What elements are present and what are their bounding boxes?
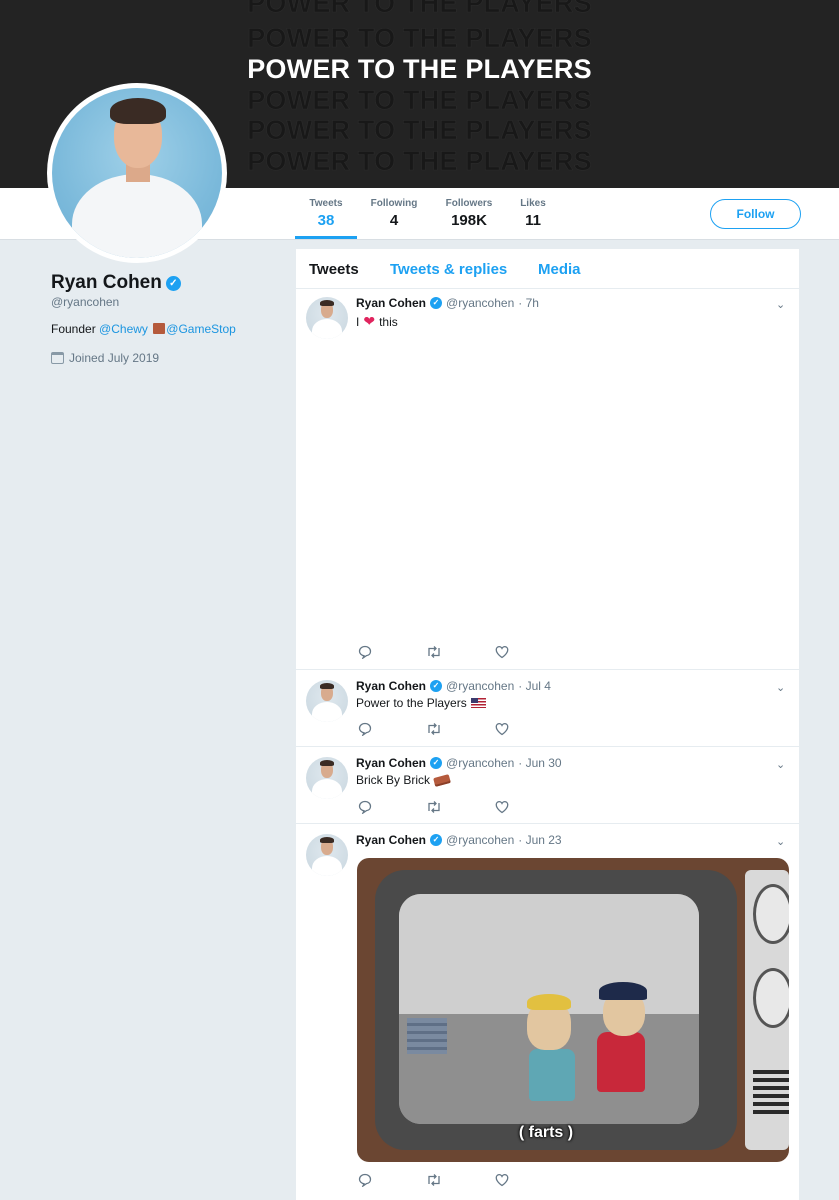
tv-speaker-grill [753, 1070, 789, 1114]
tweet-media-gif[interactable]: ( farts ) [357, 858, 789, 1162]
tab-media[interactable]: Media [538, 261, 581, 278]
tweet-time[interactable]: · 7h [518, 296, 539, 310]
timeline-tabs: Tweets Tweets & replies Media [296, 249, 799, 289]
banner-text-line: POWER TO THE PLAYERS [247, 0, 592, 18]
retweet-icon[interactable] [426, 645, 442, 662]
profile-name-text: Ryan Cohen [51, 272, 162, 293]
stat-tweets[interactable]: Tweets 38 [306, 198, 346, 229]
tweet-time[interactable]: · Jun 30 [518, 756, 561, 770]
chevron-down-icon[interactable]: ⌄ [776, 835, 785, 848]
retweet-icon[interactable] [426, 1173, 442, 1190]
tv-scene [399, 894, 699, 1124]
tweet-text-part: I [356, 314, 360, 329]
verified-badge-icon: ✓ [165, 275, 181, 291]
tweet-divider [296, 669, 799, 670]
reply-icon[interactable] [358, 800, 372, 817]
stat-value: 11 [525, 212, 541, 229]
retweet-icon[interactable] [426, 800, 442, 817]
verified-badge-icon: ✓ [430, 680, 443, 692]
chevron-down-icon[interactable]: ⌄ [776, 681, 785, 694]
active-stat-underline [295, 236, 357, 239]
bio-link-chewy[interactable]: @Chewy [99, 322, 148, 336]
reply-icon[interactable] [358, 645, 372, 662]
red-heart-emoji-icon: ❤ [363, 313, 376, 329]
tab-tweets-replies[interactable]: Tweets & replies [390, 261, 507, 278]
reply-icon[interactable] [358, 1173, 372, 1190]
joined-text: Joined July 2019 [69, 351, 160, 365]
tv-knob [753, 884, 789, 944]
bio-text: Founder [51, 322, 96, 336]
verified-badge-icon: ✓ [430, 297, 443, 309]
like-icon[interactable] [495, 800, 509, 817]
stat-following[interactable]: Following 4 [366, 198, 422, 229]
stat-value: 198K [451, 212, 487, 229]
tweet-author-name[interactable]: Ryan Cohen [356, 296, 426, 310]
tweet-author-name[interactable]: Ryan Cohen [356, 679, 426, 693]
brick-emoji-icon [433, 773, 451, 787]
tweet-author-name[interactable]: Ryan Cohen [356, 756, 426, 770]
like-icon[interactable] [495, 645, 509, 662]
tweet-time[interactable]: · Jul 4 [518, 679, 551, 693]
banner-text-main: POWER TO THE PLAYERS [247, 54, 592, 84]
stat-label: Likes [520, 198, 546, 209]
stat-value: 4 [389, 212, 399, 229]
stat-followers[interactable]: Followers 198K [440, 198, 498, 229]
tweet-author-name[interactable]: Ryan Cohen [356, 833, 426, 847]
calendar-icon [51, 352, 64, 364]
tweet-avatar[interactable] [306, 680, 348, 722]
tweet-handle[interactable]: @ryancohen [446, 296, 514, 310]
retweet-icon[interactable] [426, 722, 442, 739]
tab-tweets[interactable]: Tweets [309, 261, 359, 278]
stat-label: Tweets [309, 198, 343, 209]
tweet-handle[interactable]: @ryancohen [446, 833, 514, 847]
us-flag-emoji-icon [470, 698, 486, 708]
profile-name: Ryan Cohen ✓ [51, 272, 181, 294]
tweet-avatar[interactable] [306, 297, 348, 339]
tweet-divider [296, 823, 799, 824]
profile-handle: @ryancohen [51, 295, 120, 309]
tweet-text: I ❤ this [356, 313, 398, 330]
tweet-text-part: Brick By Brick [356, 773, 431, 787]
tweet-handle[interactable]: @ryancohen [446, 679, 514, 693]
tweet-divider [296, 746, 799, 747]
stat-likes[interactable]: Likes 11 [516, 198, 550, 229]
brick-emoji-icon [153, 323, 166, 334]
tweet-header: Ryan Cohen ✓ @ryancohen · Jun 23 [356, 833, 562, 847]
reply-icon[interactable] [358, 722, 372, 739]
tweet-handle[interactable]: @ryancohen [446, 756, 514, 770]
tweet-avatar[interactable] [306, 834, 348, 876]
profile-bio: Founder @Chewy @GameStop [51, 322, 236, 336]
tv-knob [753, 968, 789, 1028]
tweet-header: Ryan Cohen ✓ @ryancohen · Jun 30 [356, 756, 562, 770]
tweet-text-part: this [379, 314, 398, 329]
like-icon[interactable] [495, 722, 509, 739]
tweet-text: Brick By Brick [356, 773, 451, 787]
tweet-text: Power to the Players [356, 696, 486, 710]
tweet-header: Ryan Cohen ✓ @ryancohen · Jul 4 [356, 679, 551, 693]
profile-avatar[interactable] [47, 83, 227, 263]
banner-text-line: POWER TO THE PLAYERS [247, 23, 592, 54]
bio-link-gamestop[interactable]: @GameStop [166, 322, 236, 336]
verified-badge-icon: ✓ [430, 757, 443, 769]
tweet-text-part: Power to the Players [356, 696, 467, 710]
tweet-header: Ryan Cohen ✓ @ryancohen · 7h [356, 296, 539, 310]
stat-value: 38 [317, 212, 335, 229]
chevron-down-icon[interactable]: ⌄ [776, 758, 785, 771]
media-caption: ( farts ) [518, 1124, 574, 1141]
verified-badge-icon: ✓ [430, 834, 443, 846]
like-icon[interactable] [495, 1173, 509, 1190]
tweet-time[interactable]: · Jun 23 [518, 833, 561, 847]
tweet-avatar[interactable] [306, 757, 348, 799]
profile-joined: Joined July 2019 [51, 351, 159, 365]
stat-label: Following [370, 198, 418, 209]
chevron-down-icon[interactable]: ⌄ [776, 298, 785, 311]
follow-button[interactable]: Follow [710, 199, 801, 229]
stat-label: Followers [445, 198, 493, 209]
